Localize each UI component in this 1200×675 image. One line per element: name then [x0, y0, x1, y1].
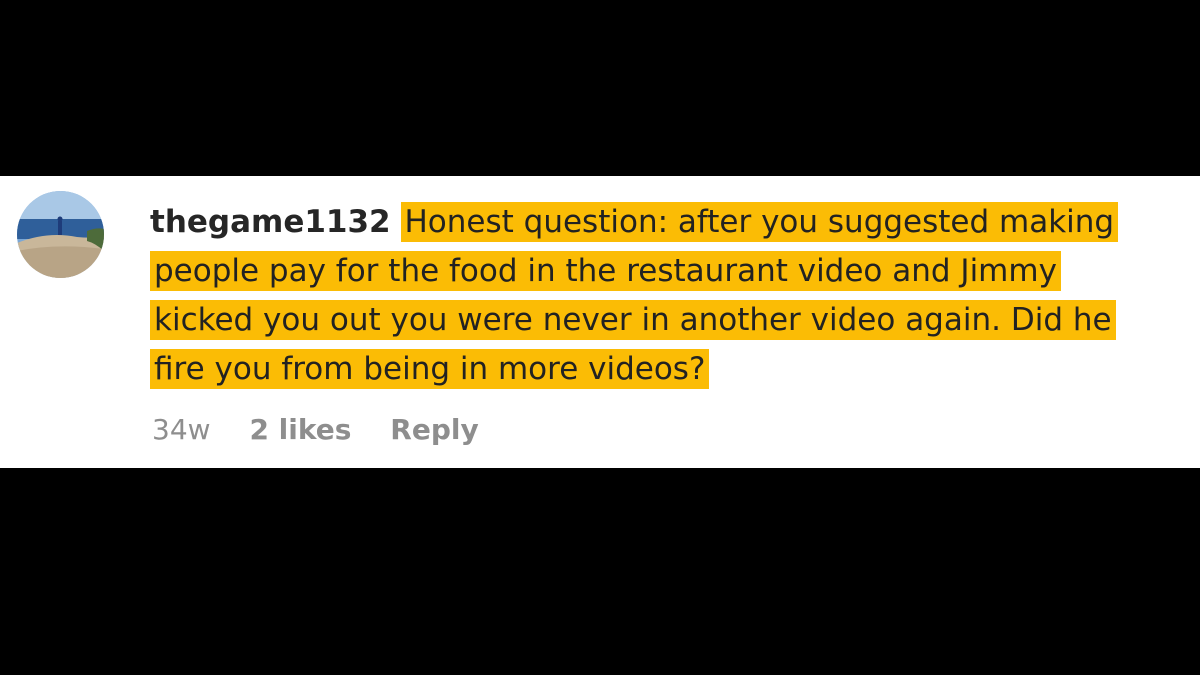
comment-username[interactable]: thegame1132: [150, 204, 391, 240]
avatar-photo: [17, 191, 104, 278]
avatar[interactable]: [17, 191, 104, 278]
comment-timestamp: 34w: [152, 413, 211, 446]
reply-button[interactable]: Reply: [390, 413, 478, 446]
comment-card: thegame1132 Honest question: after you s…: [0, 176, 1200, 468]
likes-count[interactable]: 2 likes: [249, 413, 351, 446]
comment-meta: 34w 2 likes Reply: [152, 413, 509, 446]
comment-body: thegame1132 Honest question: after you s…: [150, 198, 1160, 394]
